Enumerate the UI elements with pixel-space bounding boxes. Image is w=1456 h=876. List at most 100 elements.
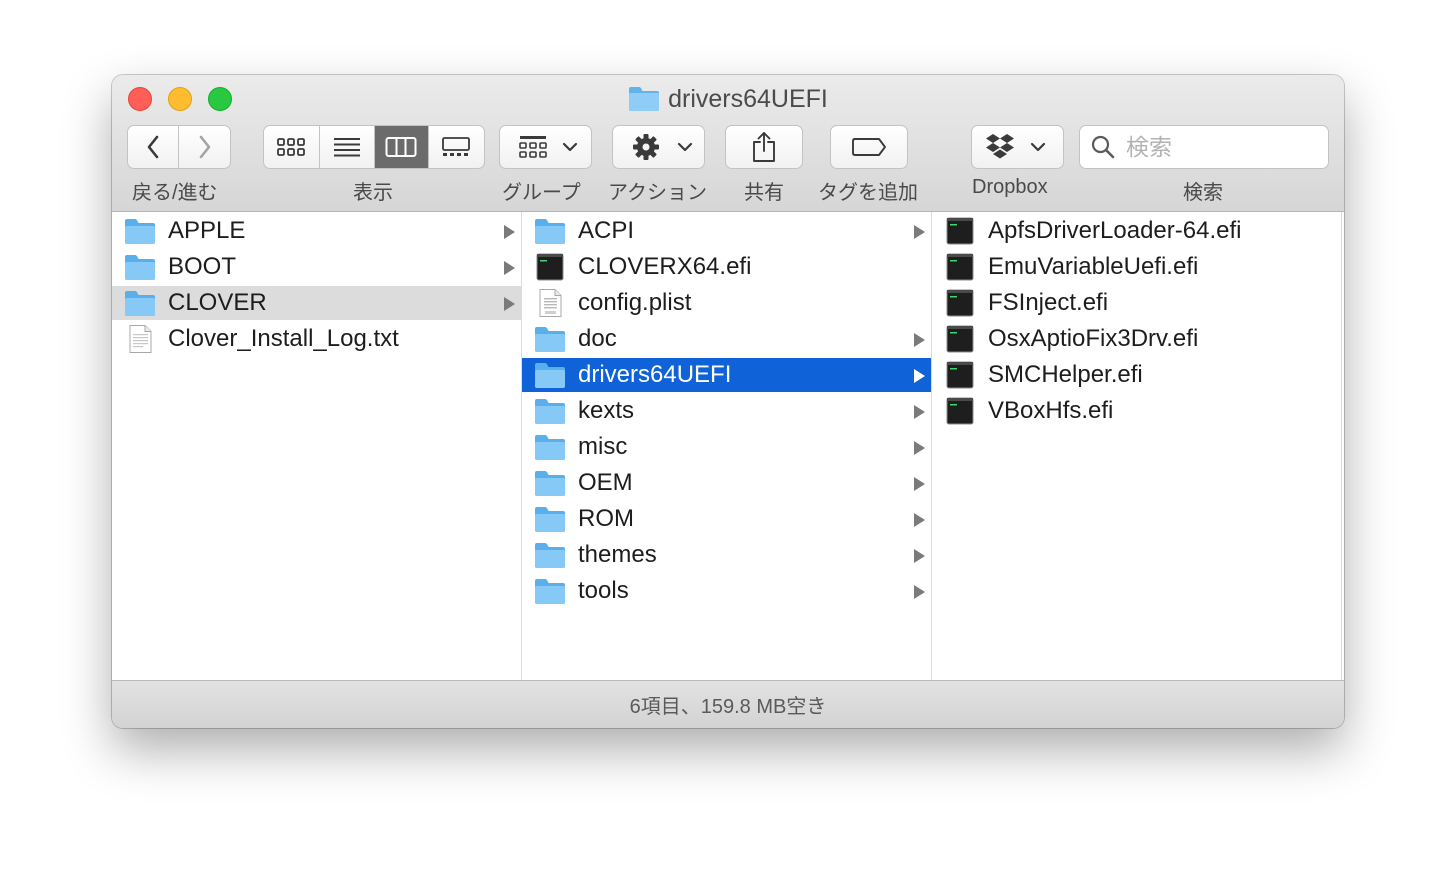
file-row[interactable]: OsxAptioFix3Drv.efi xyxy=(932,322,1341,356)
file-row[interactable]: ROM xyxy=(522,502,931,536)
add-tag-button[interactable] xyxy=(830,125,908,169)
file-row[interactable]: doc xyxy=(522,322,931,356)
disclosure-arrow-icon xyxy=(914,549,925,563)
file-row[interactable]: EmuVariableUefi.efi xyxy=(932,250,1341,284)
folder-icon xyxy=(534,505,566,533)
back-button[interactable] xyxy=(128,126,180,168)
status-text: 6項目、159.8 MB空き xyxy=(629,696,827,718)
disclosure-arrow-icon xyxy=(914,333,925,347)
file-name: ROM xyxy=(578,505,634,532)
file-row[interactable]: ApfsDriverLoader-64.efi xyxy=(932,214,1341,248)
executable-icon xyxy=(944,253,976,281)
icon-grid-icon xyxy=(277,138,306,156)
add-tag-label: タグを追加 xyxy=(818,182,918,204)
file-name: CLOVERX64.efi xyxy=(578,253,752,280)
file-name: tools xyxy=(578,577,629,604)
text-file-icon xyxy=(124,325,156,353)
share-button[interactable] xyxy=(725,125,803,169)
chevron-right-icon xyxy=(199,135,210,159)
file-row[interactable]: BOOT xyxy=(112,250,521,284)
folder-icon xyxy=(534,397,566,425)
chevron-down-icon xyxy=(1030,142,1046,152)
file-name: APPLE xyxy=(168,217,246,244)
column-3[interactable]: ApfsDriverLoader-64.efi EmuVariableUefi.e… xyxy=(932,212,1342,680)
titlebar: drivers64UEFI 戻る/進む 表示 グループ アクション 共有 タグを… xyxy=(112,75,1344,212)
view-label: 表示 xyxy=(353,182,393,204)
search-icon xyxy=(1091,135,1115,159)
file-row[interactable]: APPLE xyxy=(112,214,521,248)
chevron-down-icon xyxy=(677,142,693,152)
disclosure-arrow-icon xyxy=(914,405,925,419)
window-title: drivers64UEFI xyxy=(112,83,1344,115)
dropbox-label: Dropbox xyxy=(972,176,1048,198)
forward-button[interactable] xyxy=(179,126,230,168)
file-row[interactable]: ACPI xyxy=(522,214,931,248)
file-row[interactable]: OEM xyxy=(522,466,931,500)
window-title-text: drivers64UEFI xyxy=(668,84,828,113)
file-name: config.plist xyxy=(578,289,692,316)
file-row[interactable]: FSInject.efi xyxy=(932,286,1341,320)
file-row[interactable]: themes xyxy=(522,538,931,572)
disclosure-arrow-icon xyxy=(914,585,925,599)
search-input[interactable] xyxy=(1124,132,1318,162)
search-field[interactable] xyxy=(1079,125,1329,169)
dropbox-icon xyxy=(986,134,1014,159)
gallery-view-button[interactable] xyxy=(429,126,484,168)
group-button[interactable] xyxy=(499,125,592,169)
folder-icon xyxy=(534,433,566,461)
share-icon xyxy=(753,132,775,162)
file-row[interactable]: CLOVER xyxy=(112,286,521,320)
folder-icon xyxy=(124,253,156,281)
file-row[interactable]: kexts xyxy=(522,394,931,428)
file-row[interactable]: SMCHelper.efi xyxy=(932,358,1341,392)
plist-file-icon xyxy=(534,289,566,317)
tag-icon xyxy=(852,138,886,156)
file-name: themes xyxy=(578,541,657,568)
file-row[interactable]: tools xyxy=(522,574,931,608)
column-2[interactable]: ACPI CLOVERX64.efi config.plist doc drivers6… xyxy=(522,212,932,680)
disclosure-arrow-icon xyxy=(504,297,515,311)
file-row[interactable]: config.plist xyxy=(522,286,931,320)
file-name: drivers64UEFI xyxy=(578,361,732,388)
disclosure-arrow-icon xyxy=(914,513,925,527)
back-forward-control xyxy=(127,125,231,169)
file-name: OsxAptioFix3Drv.efi xyxy=(988,325,1199,352)
folder-icon xyxy=(124,217,156,245)
file-name: SMCHelper.efi xyxy=(988,361,1143,388)
folder-icon xyxy=(124,289,156,317)
file-row[interactable]: Clover_Install_Log.txt xyxy=(112,322,521,356)
folder-icon xyxy=(534,361,566,389)
executable-icon xyxy=(944,289,976,317)
dropbox-button[interactable] xyxy=(971,125,1064,169)
disclosure-arrow-icon xyxy=(914,369,925,383)
folder-icon xyxy=(534,325,566,353)
file-row[interactable]: drivers64UEFI xyxy=(522,358,931,392)
list-view-button[interactable] xyxy=(320,126,375,168)
disclosure-arrow-icon xyxy=(914,441,925,455)
file-row[interactable]: misc xyxy=(522,430,931,464)
gallery-icon xyxy=(442,137,471,156)
column-1[interactable]: APPLE BOOT CLOVER Clover_Install_Log.txt xyxy=(112,212,522,680)
icon-view-button[interactable] xyxy=(264,126,320,168)
file-name: ApfsDriverLoader-64.efi xyxy=(988,217,1242,244)
disclosure-arrow-icon xyxy=(504,261,515,275)
file-name: VBoxHfs.efi xyxy=(988,397,1114,424)
file-name: FSInject.efi xyxy=(988,289,1109,316)
share-label: 共有 xyxy=(744,182,784,204)
file-name: misc xyxy=(578,433,628,460)
file-name: BOOT xyxy=(168,253,237,280)
chevron-left-icon xyxy=(147,135,159,159)
executable-icon xyxy=(944,217,976,245)
folder-icon xyxy=(534,541,566,569)
view-switcher xyxy=(263,125,485,169)
group-grid-icon xyxy=(519,136,547,158)
file-row[interactable]: CLOVERX64.efi xyxy=(522,250,931,284)
action-button[interactable] xyxy=(612,125,705,169)
columns-icon xyxy=(385,137,417,157)
folder-icon xyxy=(534,217,566,245)
file-row[interactable]: VBoxHfs.efi xyxy=(932,394,1341,428)
file-name: OEM xyxy=(578,469,633,496)
column-view-button[interactable] xyxy=(375,126,429,168)
column-browser: APPLE BOOT CLOVER Clover_Install_Log.txt AC… xyxy=(112,212,1344,680)
back-forward-label: 戻る/進む xyxy=(132,182,218,204)
